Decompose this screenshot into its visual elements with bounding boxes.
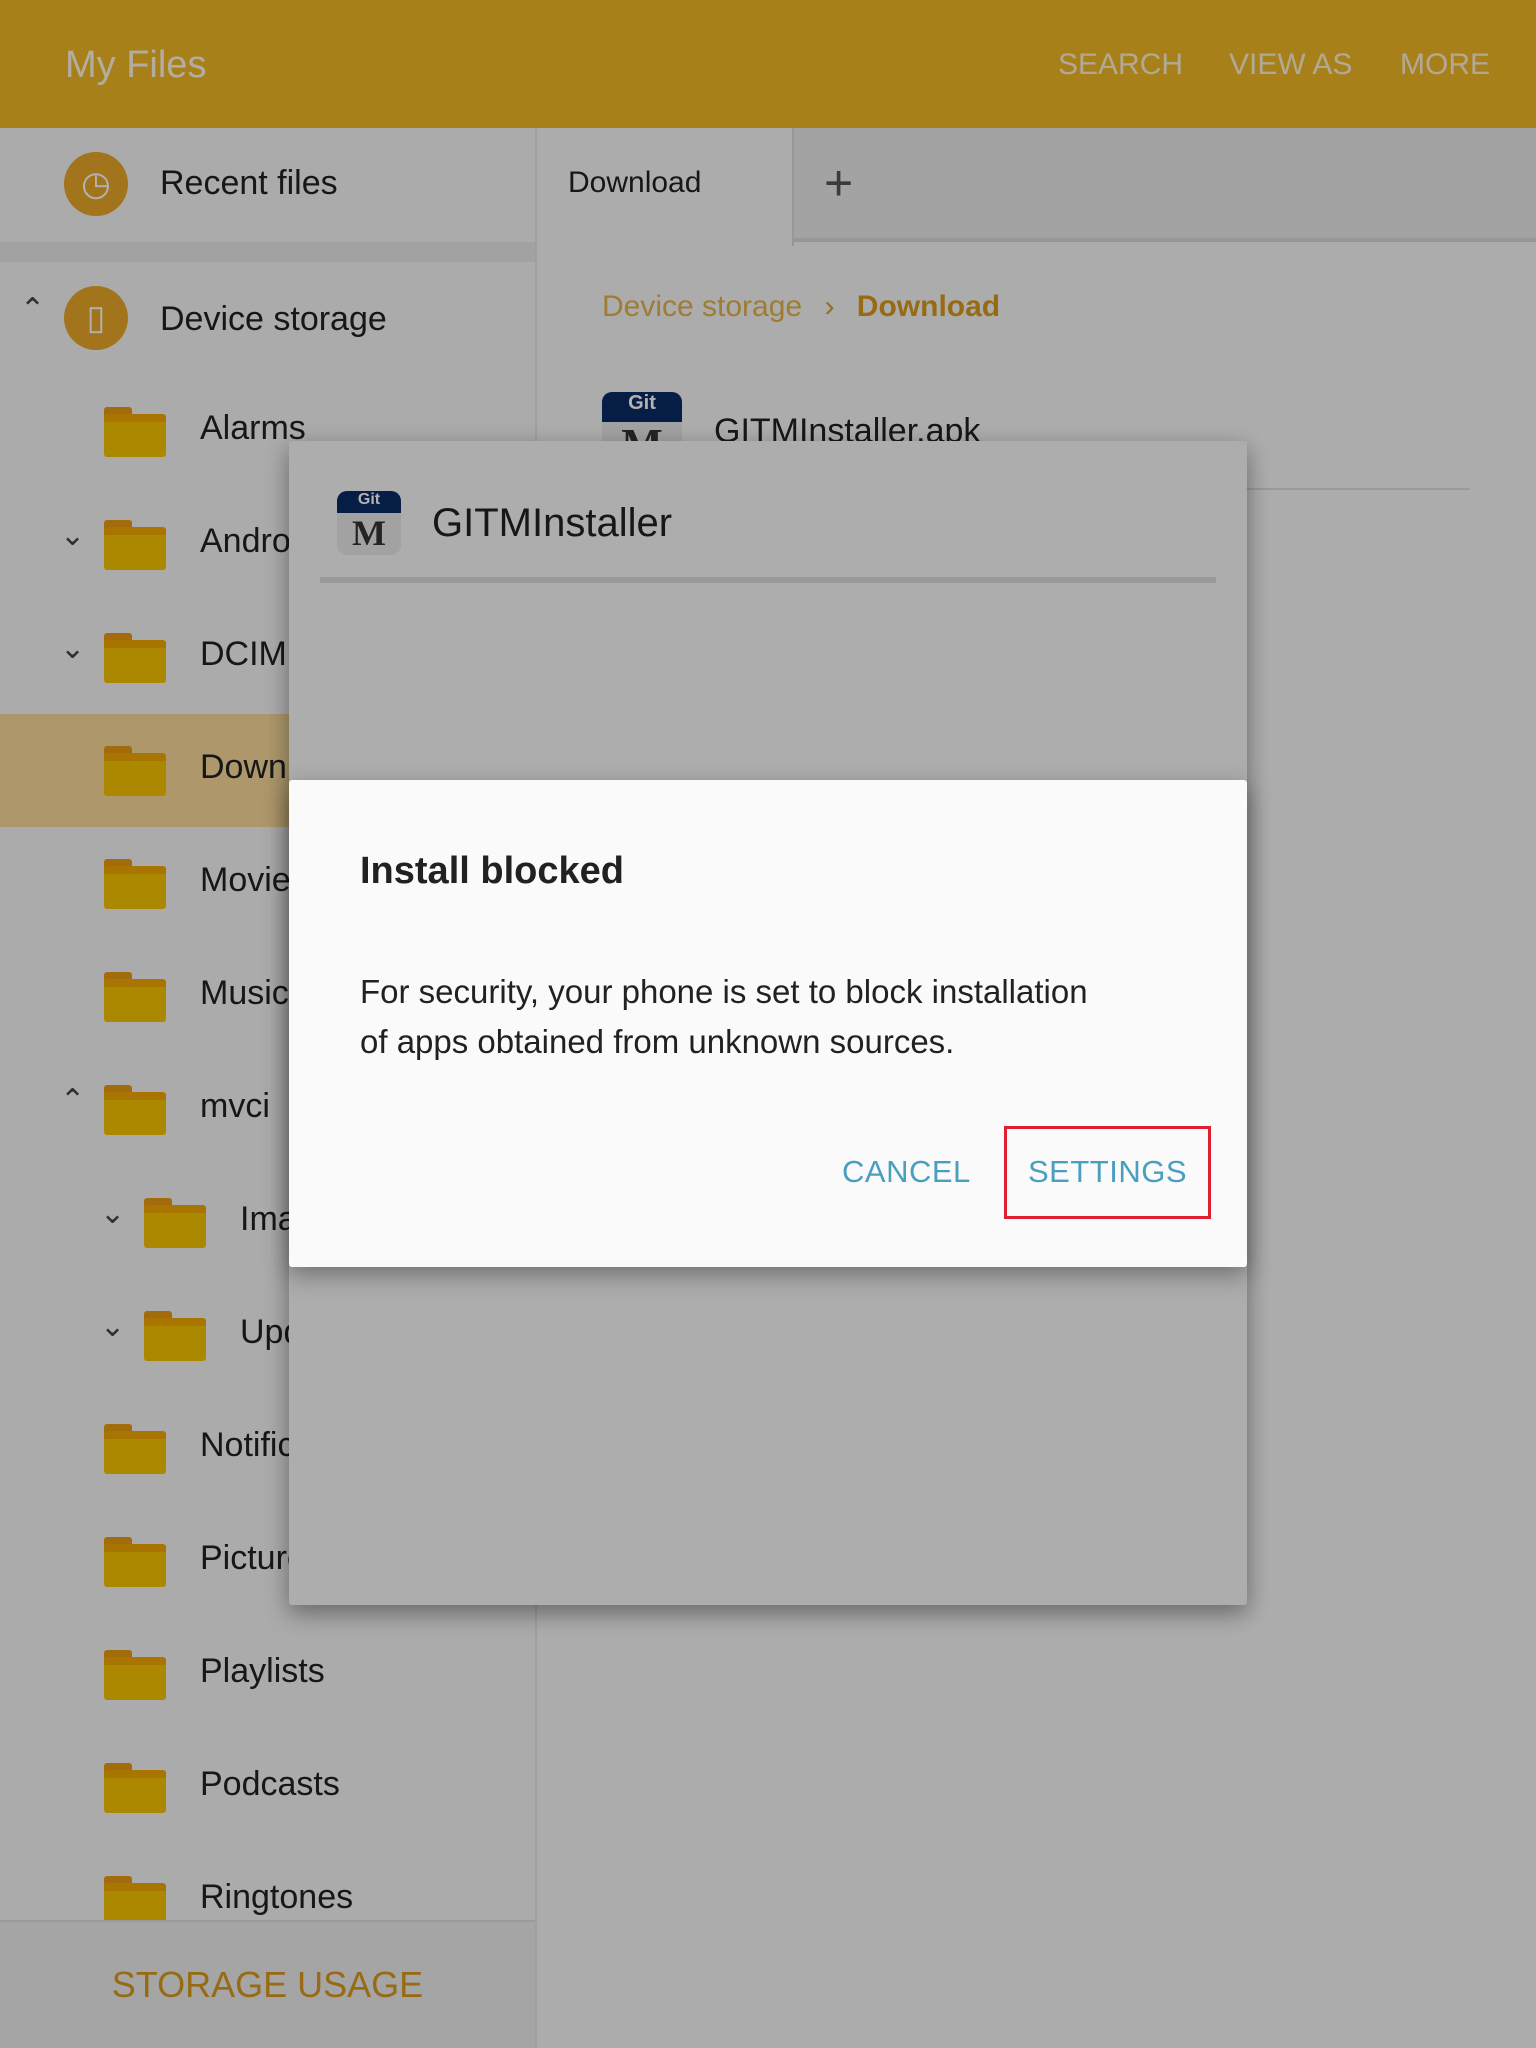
dialog-title: Install blocked bbox=[360, 850, 624, 892]
install-blocked-dialog: Install blocked For security, your phone… bbox=[289, 780, 1247, 1267]
settings-button[interactable]: SETTINGS bbox=[1028, 1154, 1187, 1190]
dialog-message: For security, your phone is set to block… bbox=[360, 973, 1088, 1060]
cancel-button[interactable]: CANCEL bbox=[842, 1154, 971, 1190]
